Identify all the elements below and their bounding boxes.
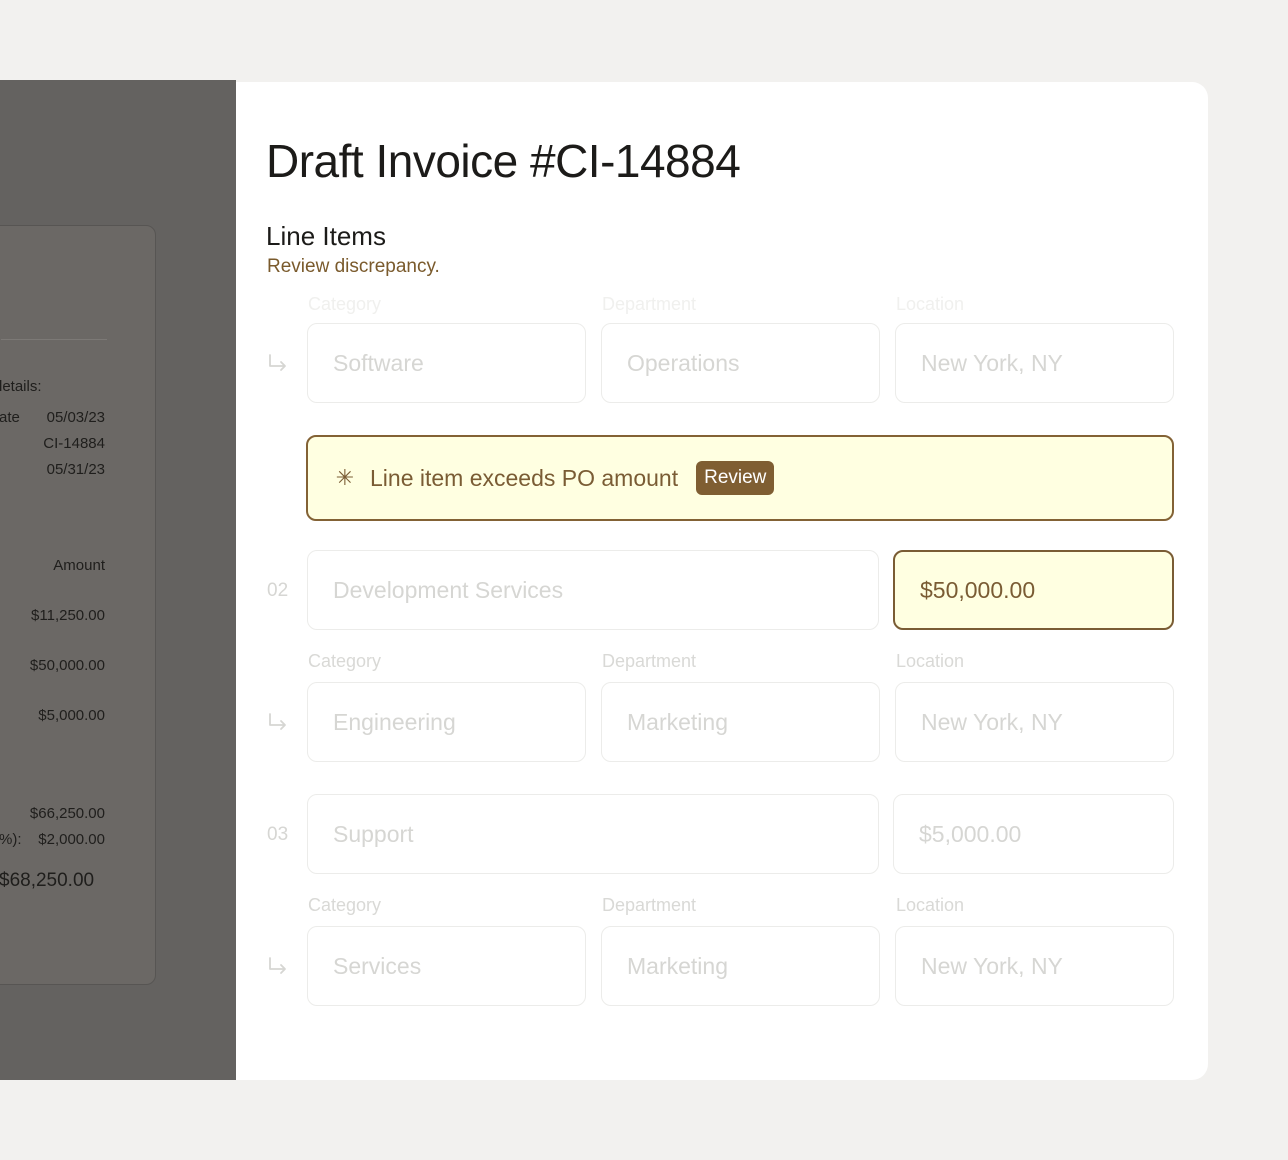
- asterisk-icon: ✳: [335, 465, 355, 490]
- sub-item-arrow-icon: [269, 957, 286, 974]
- category-label: Category: [308, 651, 382, 671]
- department-field[interactable]: Operations: [601, 323, 880, 403]
- alert-message: Line item exceeds PO amount: [370, 464, 679, 491]
- detail-label: ate: [0, 409, 20, 426]
- section-title: Line Items: [266, 221, 386, 251]
- tax-label: %):: [0, 831, 22, 848]
- section-subtitle: Review discrepancy.: [267, 256, 440, 277]
- location-field[interactable]: New York, NY: [895, 682, 1174, 762]
- location-label: Location: [896, 294, 965, 314]
- draft-invoice-panel: Draft Invoice #CI-14884 Line Items Revie…: [236, 82, 1208, 1080]
- category-label: Category: [308, 895, 382, 915]
- line-item-number: 02: [267, 580, 289, 601]
- amount-field[interactable]: $5,000.00: [893, 794, 1174, 874]
- page-title: Draft Invoice #CI-14884: [266, 135, 741, 187]
- review-button[interactable]: Review: [696, 461, 775, 495]
- details-label: letails:: [0, 378, 42, 395]
- category-label: Category: [308, 294, 382, 314]
- location-field[interactable]: New York, NY: [895, 926, 1174, 1006]
- department-label: Department: [602, 651, 697, 671]
- category-field[interactable]: Software: [307, 323, 586, 403]
- location-label: Location: [896, 895, 965, 915]
- discrepancy-alert: ✳ Line item exceeds PO amount Review: [306, 435, 1174, 521]
- subtotal-value: $66,250.00: [29, 805, 105, 822]
- invoice-preview-card: letails: ate 05/03/23 CI-14884 05/31/23 …: [0, 225, 156, 985]
- category-field[interactable]: Services: [307, 926, 586, 1006]
- description-field[interactable]: Support: [307, 794, 879, 874]
- invoice-number: CI-14884: [43, 435, 105, 452]
- tax-value: $2,000.00: [38, 831, 105, 848]
- department-label: Department: [602, 294, 697, 314]
- invoice-date: 05/03/23: [46, 409, 105, 426]
- total-value: $68,250.00: [0, 870, 95, 891]
- description-field[interactable]: Development Services: [307, 550, 879, 630]
- due-date: 05/31/23: [46, 461, 105, 478]
- sub-item-arrow-icon: [269, 354, 286, 371]
- amount-value: $11,250.00: [31, 607, 105, 624]
- amount-field[interactable]: $50,000.00: [893, 550, 1174, 630]
- department-field[interactable]: Marketing: [601, 682, 880, 762]
- location-field[interactable]: New York, NY: [895, 323, 1174, 403]
- amount-header: Amount: [53, 557, 105, 574]
- category-field[interactable]: Engineering: [307, 682, 586, 762]
- department-field[interactable]: Marketing: [601, 926, 880, 1006]
- divider: [1, 339, 107, 340]
- amount-value: $50,000.00: [29, 657, 105, 674]
- department-label: Department: [602, 895, 697, 915]
- amount-value: $5,000.00: [38, 707, 105, 724]
- location-label: Location: [896, 651, 965, 671]
- line-item-number: 03: [267, 824, 289, 845]
- sub-item-arrow-icon: [269, 713, 286, 730]
- modal-overlay: letails: ate 05/03/23 CI-14884 05/31/23 …: [0, 80, 236, 1080]
